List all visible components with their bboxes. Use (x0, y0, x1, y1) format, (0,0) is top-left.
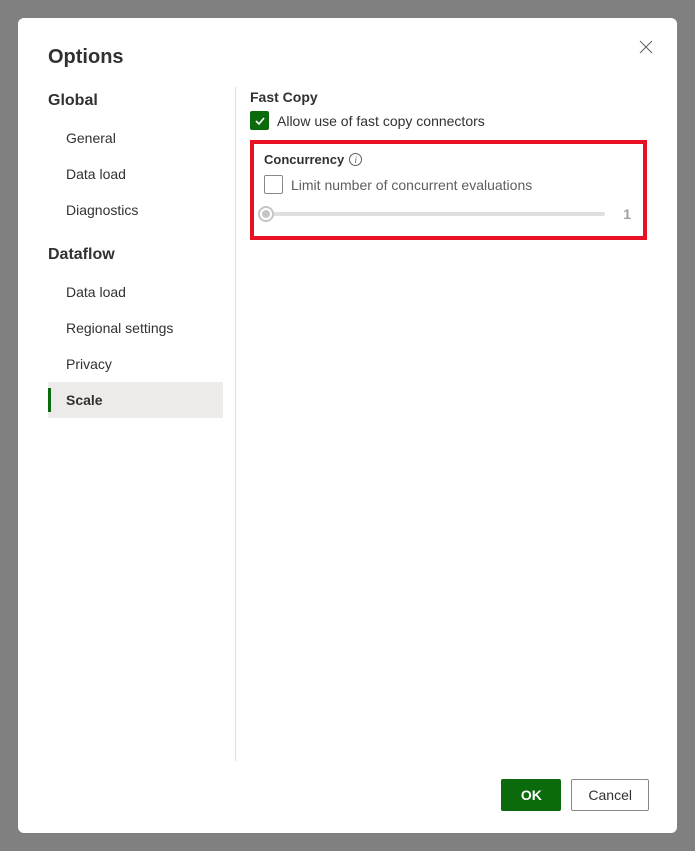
concurrency-header: Concurrency i (264, 152, 633, 167)
fast-copy-label: Fast Copy (250, 89, 647, 105)
options-dialog: Options Global General Data load Diagnos… (18, 18, 677, 833)
concurrency-checkbox[interactable] (264, 175, 283, 194)
concurrency-row: Limit number of concurrent evaluations (264, 175, 633, 194)
close-icon (639, 40, 653, 54)
fast-copy-row: Allow use of fast copy connectors (250, 111, 647, 130)
slider-thumb[interactable] (258, 206, 274, 222)
sidebar-item-dataflow-data-load[interactable]: Data load (48, 274, 223, 310)
sidebar: Global General Data load Diagnostics Dat… (48, 87, 233, 761)
dialog-footer: OK Cancel (18, 761, 677, 833)
sidebar-item-general[interactable]: General (48, 120, 223, 156)
dialog-body: Global General Data load Diagnostics Dat… (48, 87, 647, 761)
fast-copy-checkbox[interactable] (250, 111, 269, 130)
cancel-button[interactable]: Cancel (571, 779, 649, 811)
info-icon[interactable]: i (349, 153, 362, 166)
fast-copy-checkbox-label: Allow use of fast copy connectors (277, 113, 485, 129)
section-header-dataflow: Dataflow (48, 246, 223, 264)
ok-button[interactable]: OK (501, 779, 561, 811)
sidebar-item-global-data-load[interactable]: Data load (48, 156, 223, 192)
section-header-global: Global (48, 92, 223, 110)
concurrency-checkbox-label: Limit number of concurrent evaluations (291, 177, 532, 193)
concurrency-slider-value: 1 (617, 206, 631, 222)
vertical-divider (235, 87, 236, 761)
content-area: Options Global General Data load Diagnos… (18, 18, 677, 761)
close-button[interactable] (639, 40, 653, 57)
dialog-title: Options (48, 46, 647, 69)
main-panel: Fast Copy Allow use of fast copy connect… (250, 87, 647, 761)
check-icon (254, 115, 266, 127)
sidebar-item-diagnostics[interactable]: Diagnostics (48, 192, 223, 228)
concurrency-label: Concurrency (264, 152, 344, 167)
sidebar-item-privacy[interactable]: Privacy (48, 346, 223, 382)
concurrency-slider-row: 1 (264, 206, 633, 222)
concurrency-highlight: Concurrency i Limit number of concurrent… (250, 140, 647, 240)
sidebar-item-regional-settings[interactable]: Regional settings (48, 310, 223, 346)
concurrency-slider[interactable] (266, 212, 605, 216)
sidebar-item-scale[interactable]: Scale (48, 382, 223, 418)
